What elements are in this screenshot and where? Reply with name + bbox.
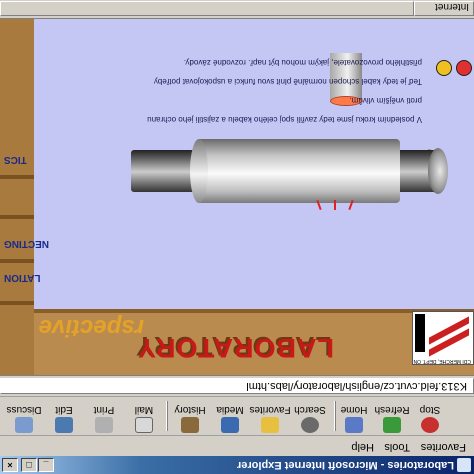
page-content: CDI MERCHE, DEPT. ON LABORATORY rspectiv… [0, 19, 474, 375]
window-title: Laboratories - Microsoft Internet Explor… [237, 459, 454, 471]
side-menu-item-lation[interactable]: LATION [4, 272, 40, 283]
history-label: History [174, 404, 206, 415]
media-button[interactable]: Media [208, 399, 252, 433]
search-label: Search [294, 404, 326, 415]
mail-label: Mail [134, 404, 154, 415]
refresh-icon [383, 417, 401, 433]
search-button[interactable]: Search [288, 399, 332, 433]
logo: CDI MERCHE, DEPT. ON [412, 311, 474, 365]
edit-button[interactable]: Edit [42, 399, 86, 433]
side-menu: LATION NECTING TICS [0, 19, 49, 375]
instruction-line: V posledním kroku jsme tedy zavřili spoj… [147, 115, 422, 124]
mail-button[interactable]: Mail [122, 399, 166, 433]
page-subtitle: rspective [38, 314, 144, 341]
stop-button[interactable]: Stop [408, 399, 452, 433]
home-button[interactable]: Home [332, 399, 376, 433]
menu-divider [0, 301, 34, 305]
address-field[interactable]: K313.feld.cvut.cz/english/laboratory/lab… [0, 378, 474, 394]
home-label: Home [340, 404, 368, 415]
side-menu-item-tics[interactable]: TICS [4, 154, 27, 165]
refresh-button[interactable]: Refresh [370, 399, 414, 433]
status-pane [0, 1, 414, 16]
play-icon[interactable] [436, 60, 452, 76]
toolbar: Stop Refresh Home Search Favorites Media… [0, 396, 474, 435]
stop-label: Stop [419, 404, 441, 415]
status-zone-text: Internet [435, 1, 469, 12]
instruction-line: Teď je tedy kabel schopen normálně plnit… [153, 77, 422, 86]
joint-mark [348, 199, 354, 211]
animation-controls [430, 57, 474, 79]
joint-mark [316, 199, 322, 211]
joint-marks [314, 199, 354, 211]
discuss-button[interactable]: Discuss [2, 399, 46, 433]
menu-divider [0, 215, 34, 219]
home-icon [345, 417, 363, 433]
heading-shelf: CDI MERCHE, DEPT. ON LABORATORY rspectiv… [0, 309, 474, 375]
address-url: K313.feld.cvut.cz/english/laboratory/lab… [246, 380, 467, 392]
cable-sleeve [196, 139, 400, 203]
page-title: LABORATORY [137, 333, 334, 363]
browser-window: Laboratories - Microsoft Internet Explor… [0, 0, 474, 474]
instructions: V posledním kroku jsme tedy zavřili spoj… [122, 49, 422, 125]
ie-icon [457, 458, 471, 472]
media-label: Media [216, 404, 244, 415]
menu-tools[interactable]: Tools [384, 441, 410, 453]
menu-divider [0, 175, 34, 179]
sleeve-end [190, 139, 208, 203]
history-icon [181, 417, 199, 433]
discuss-icon [15, 417, 33, 433]
refresh-label: Refresh [374, 404, 410, 415]
favorites-label: Favorites [249, 404, 291, 415]
media-icon [221, 417, 239, 433]
print-label: Print [93, 404, 115, 415]
status-bar: Internet [0, 0, 474, 19]
cable-end [428, 148, 448, 194]
edit-icon [55, 417, 73, 433]
minimize-button[interactable]: _ [38, 458, 54, 472]
instruction-line: proti vnějším vlivům. [349, 96, 422, 105]
menu-bar: Favorites Tools Help [0, 435, 474, 456]
menu-help[interactable]: Help [351, 441, 374, 453]
logo-caption: CDI MERCHE, DEPT. ON [413, 358, 471, 364]
favorites-icon [261, 417, 279, 433]
title-bar: Laboratories - Microsoft Internet Explor… [0, 456, 474, 474]
print-icon [95, 417, 113, 433]
close-button[interactable]: × [2, 458, 18, 472]
search-icon [301, 417, 319, 433]
status-zone: Internet [414, 1, 474, 16]
instruction-line: přistihlého provozovatele, jakým mohou b… [183, 58, 422, 67]
menu-favorites[interactable]: Favorites [421, 441, 466, 453]
stop-icon [421, 417, 439, 433]
maximize-button[interactable]: □ [21, 458, 37, 472]
side-menu-item-necting[interactable]: NECTING [4, 238, 49, 249]
edit-label: Edit [55, 404, 73, 415]
print-button[interactable]: Print [82, 399, 126, 433]
favorites-button[interactable]: Favorites [248, 399, 292, 433]
discuss-label: Discuss [6, 404, 42, 415]
logo-block [415, 314, 425, 352]
address-bar: K313.feld.cvut.cz/english/laboratory/lab… [0, 375, 474, 396]
joint-mark [334, 200, 336, 210]
mail-icon [135, 417, 153, 433]
history-button[interactable]: History [168, 399, 212, 433]
toolbar-separator [334, 401, 336, 431]
menu-divider [0, 259, 34, 263]
toolbar-separator [166, 401, 168, 431]
stop-animation-icon[interactable] [456, 60, 472, 76]
